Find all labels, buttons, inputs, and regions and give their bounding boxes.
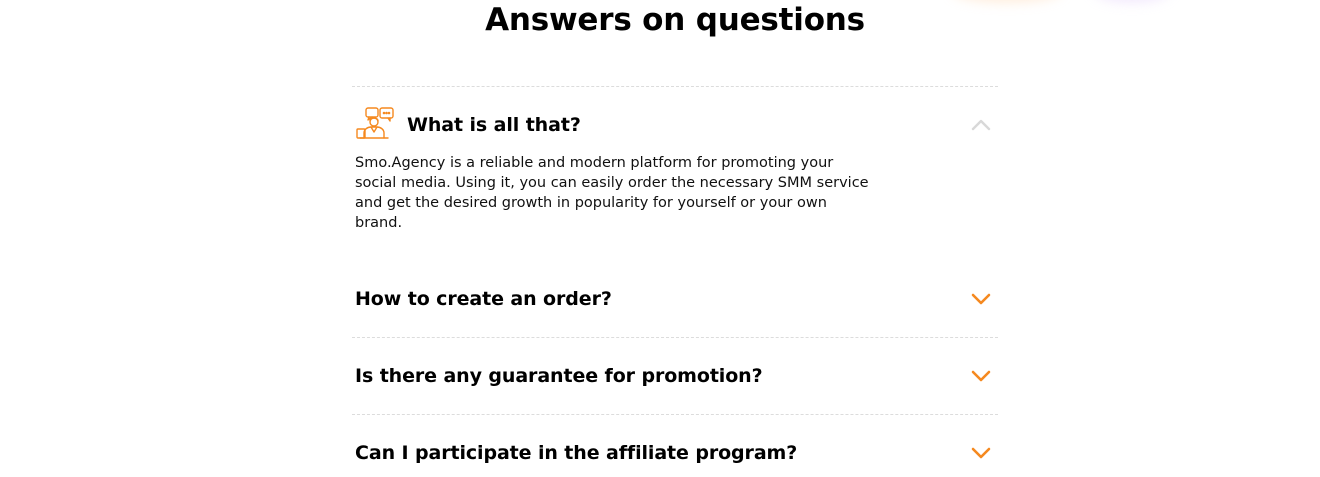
faq-item-header[interactable]: What is all that? xyxy=(352,87,998,163)
faq-section: Answers on questions What is all that? S… xyxy=(0,0,1320,477)
faq-item: Is there any guarantee for promotion? xyxy=(352,338,998,414)
faq-item: Can I participate in the affiliate progr… xyxy=(352,415,998,477)
faq-item: What is all that? Smo.Agency is a reliab… xyxy=(352,87,998,261)
faq-question: Can I participate in the affiliate progr… xyxy=(355,442,798,464)
section-title: Answers on questions xyxy=(485,2,865,38)
faq-item: How to create an order? xyxy=(352,261,998,337)
faq-question: How to create an order? xyxy=(355,288,612,310)
faq-question: What is all that? xyxy=(407,114,581,136)
faq-question: Is there any guarantee for promotion? xyxy=(355,365,763,387)
faq-answer: Smo.Agency is a reliable and modern plat… xyxy=(355,155,869,231)
faq-item-header[interactable]: Is there any guarantee for promotion? xyxy=(352,338,998,414)
support-chat-icon xyxy=(355,107,407,143)
faq-accordion: What is all that? Smo.Agency is a reliab… xyxy=(352,86,998,477)
faq-item-header[interactable]: Can I participate in the affiliate progr… xyxy=(352,415,998,477)
faq-item-header[interactable]: How to create an order? xyxy=(352,261,998,337)
